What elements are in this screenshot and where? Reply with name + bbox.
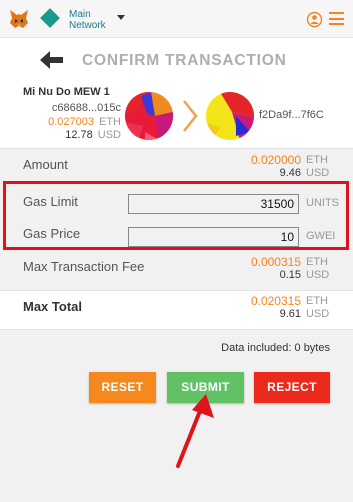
max-total-usd: 9.61 [279,308,301,320]
caret-down-icon[interactable] [117,15,125,20]
amount-usd: 9.46 [279,167,301,179]
max-total-usd-unit: USD [306,308,330,320]
from-balance-usd: 12.78 [65,129,93,141]
max-fee-usd: 0.15 [279,269,301,281]
to-identicon [206,92,254,140]
max-fee-eth: 0.000315 [250,255,301,269]
reject-button[interactable]: REJECT [254,372,330,403]
max-total-eth-unit: ETH [306,295,328,307]
gas-highlight-annotation [3,181,349,250]
reset-button[interactable]: RESET [89,372,156,403]
from-identicon [125,92,173,140]
amount-label: Amount [23,157,68,172]
max-fee-usd-unit: USD [306,269,330,281]
amount-usd-unit: USD [306,167,330,179]
max-total-eth: 0.020315 [250,294,301,308]
from-balance-eth-unit: ETH [99,116,121,128]
max-total-label: Max Total [23,299,82,314]
from-balance-eth: 0.027003 [48,116,94,128]
account-switch-icon[interactable] [306,11,323,28]
chevron-right-icon [183,100,198,132]
page-title: CONFIRM TRANSACTION [82,52,287,69]
from-account-usd: 12.78 USD [65,129,121,141]
max-fee-label: Max Transaction Fee [23,259,145,274]
to-account-address: f2Da9f...7f6C [259,109,324,121]
amount-eth-unit: ETH [306,154,328,166]
data-included-text: Data included: 0 bytes [221,342,330,354]
network-selector[interactable]: Main Network [69,9,106,31]
app-header: Main Network [0,0,353,38]
network-label-line1: Main [69,9,91,20]
from-balance-usd-unit: USD [97,129,121,141]
max-fee-eth-unit: ETH [306,256,328,268]
network-label-line2: Network [69,20,106,31]
annotation-arrow-icon [176,394,214,468]
amount-eth: 0.020000 [250,153,301,167]
from-account-balance: 0.027003 ETH [48,116,121,128]
from-account-address: c68688...015c [51,102,121,114]
back-arrow-icon[interactable] [40,50,64,70]
metamask-fox-icon[interactable] [9,9,29,29]
network-diamond-icon[interactable] [40,8,60,28]
hamburger-menu-icon[interactable] [329,12,344,25]
from-account-name: Mi Nu Do MEW 1 [23,86,110,98]
